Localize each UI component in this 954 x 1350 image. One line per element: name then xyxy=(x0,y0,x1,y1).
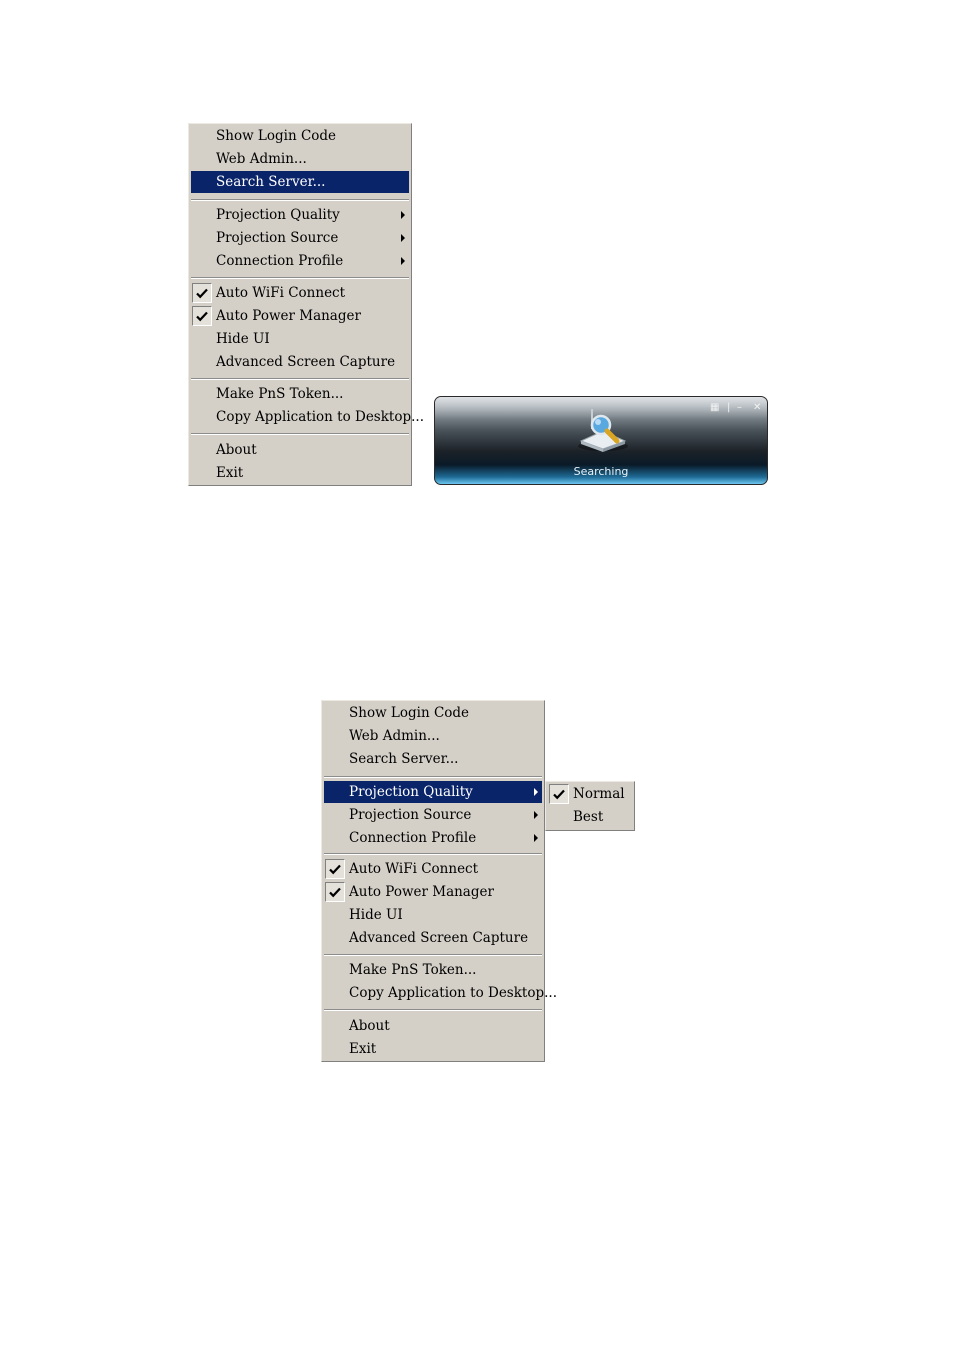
menu-item-label: Exit xyxy=(216,465,244,481)
checkmark-icon xyxy=(549,784,569,804)
menu-item-auto-wifi-connect[interactable]: Auto WiFi Connect xyxy=(324,858,542,880)
submenu-arrow-icon xyxy=(401,234,405,242)
menu-item-connection-profile[interactable]: Connection Profile xyxy=(324,827,542,849)
menu-item-label: Projection Quality xyxy=(216,207,340,223)
menu-item-search-server[interactable]: Search Server... xyxy=(324,748,542,770)
menu-item-label: Advanced Screen Capture xyxy=(216,354,396,370)
menu-item-advanced-screen-capture[interactable]: Advanced Screen Capture xyxy=(324,927,542,949)
menu-item-projection-source[interactable]: Projection Source xyxy=(191,227,409,249)
menu-item-auto-power-manager[interactable]: Auto Power Manager xyxy=(191,305,409,327)
divider-icon: | xyxy=(727,402,731,413)
menu-item-label: Search Server... xyxy=(216,174,326,190)
menu-item-make-pns-token[interactable]: Make PnS Token... xyxy=(324,959,542,981)
menu-separator xyxy=(191,378,409,380)
menu-item-copy-application[interactable]: Copy Application to Desktop... xyxy=(324,982,557,1004)
menu-item-projection-quality[interactable]: Projection Quality xyxy=(191,204,409,226)
widget-status-text: Searching xyxy=(573,465,629,478)
menu-separator xyxy=(191,199,409,201)
menu-item-auto-power-manager[interactable]: Auto Power Manager xyxy=(324,881,542,903)
menu-item-label: Copy Application to Desktop... xyxy=(349,985,557,1001)
submenu-arrow-icon xyxy=(401,257,405,265)
menu-item-make-pns-token[interactable]: Make PnS Token... xyxy=(191,383,409,405)
menu-item-advanced-screen-capture[interactable]: Advanced Screen Capture xyxy=(191,351,409,373)
menu-item-connection-profile[interactable]: Connection Profile xyxy=(191,250,409,272)
menu-item-label: Projection Quality xyxy=(349,784,473,800)
menu-item-copy-application[interactable]: Copy Application to Desktop... xyxy=(191,406,424,428)
menu-separator xyxy=(324,954,542,956)
menu-separator xyxy=(324,776,542,778)
menu-item-show-login-code[interactable]: Show Login Code xyxy=(191,125,409,147)
submenu-item-label: Best xyxy=(573,809,604,825)
menu-item-label: Advanced Screen Capture xyxy=(349,930,529,946)
menu-item-label: About xyxy=(216,442,257,458)
menu-item-label: About xyxy=(349,1018,390,1034)
submenu-arrow-icon xyxy=(534,788,538,796)
menu-item-label: Make PnS Token... xyxy=(216,386,344,402)
menu-item-label: Show Login Code xyxy=(216,128,337,144)
submenu-item-label: Normal xyxy=(573,786,625,802)
menu-item-label: Exit xyxy=(349,1041,377,1057)
menu-item-projection-source[interactable]: Projection Source xyxy=(324,804,542,826)
context-menu-bottom: Show Login Code Web Admin... Search Serv… xyxy=(321,700,557,1062)
menu-item-label: Connection Profile xyxy=(349,830,477,846)
menu-item-label: Search Server... xyxy=(349,751,459,767)
menu-item-label: Auto Power Manager xyxy=(349,884,494,900)
menu-item-label: Show Login Code xyxy=(349,705,470,721)
settings-icon[interactable]: ▦ xyxy=(710,403,719,413)
submenu-arrow-icon xyxy=(401,211,405,219)
submenu-projection-quality: Normal Best xyxy=(545,781,635,831)
minimize-icon[interactable]: – xyxy=(737,403,742,413)
submenu-arrow-icon xyxy=(534,834,538,842)
menu-item-label: Hide UI xyxy=(216,331,270,347)
searching-server-icon xyxy=(575,409,631,457)
menu-item-exit[interactable]: Exit xyxy=(191,462,409,484)
menu-item-auto-wifi-connect[interactable]: Auto WiFi Connect xyxy=(191,282,409,304)
menu-item-label: Web Admin... xyxy=(349,728,440,744)
menu-item-label: Projection Source xyxy=(216,230,339,246)
menu-item-show-login-code[interactable]: Show Login Code xyxy=(324,702,542,724)
menu-item-hide-ui[interactable]: Hide UI xyxy=(191,328,409,350)
menu-item-label: Auto WiFi Connect xyxy=(349,861,479,877)
menu-item-label: Copy Application to Desktop... xyxy=(216,409,424,425)
menu-item-label: Make PnS Token... xyxy=(349,962,477,978)
menu-item-web-admin[interactable]: Web Admin... xyxy=(191,148,409,170)
menu-item-search-server[interactable]: Search Server... xyxy=(191,171,409,193)
submenu-arrow-icon xyxy=(534,811,538,819)
searching-widget: ▦ | – ✕ Searching xyxy=(434,396,768,485)
menu-item-about[interactable]: About xyxy=(191,439,409,461)
menu-item-label: Web Admin... xyxy=(216,151,307,167)
menu-separator xyxy=(191,433,409,435)
menu-item-projection-quality[interactable]: Projection Quality xyxy=(324,781,542,803)
menu-item-label: Auto WiFi Connect xyxy=(216,285,346,301)
submenu-item-normal[interactable]: Normal xyxy=(548,783,632,805)
menu-item-about[interactable]: About xyxy=(324,1015,542,1037)
checkmark-icon xyxy=(325,882,345,902)
menu-item-web-admin[interactable]: Web Admin... xyxy=(324,725,542,747)
menu-item-label: Projection Source xyxy=(349,807,472,823)
close-icon[interactable]: ✕ xyxy=(753,403,761,413)
menu-item-label: Auto Power Manager xyxy=(216,308,361,324)
context-menu-top: Show Login Code Web Admin... Search Serv… xyxy=(188,123,424,486)
menu-separator xyxy=(324,1009,542,1011)
submenu-item-best[interactable]: Best xyxy=(548,806,632,828)
menu-item-label: Hide UI xyxy=(349,907,403,923)
checkmark-icon xyxy=(192,306,212,326)
menu-separator xyxy=(324,853,542,855)
checkmark-icon xyxy=(325,859,345,879)
menu-separator xyxy=(191,277,409,279)
menu-item-hide-ui[interactable]: Hide UI xyxy=(324,904,542,926)
menu-item-label: Connection Profile xyxy=(216,253,344,269)
checkmark-icon xyxy=(192,283,212,303)
menu-item-exit[interactable]: Exit xyxy=(324,1038,542,1060)
